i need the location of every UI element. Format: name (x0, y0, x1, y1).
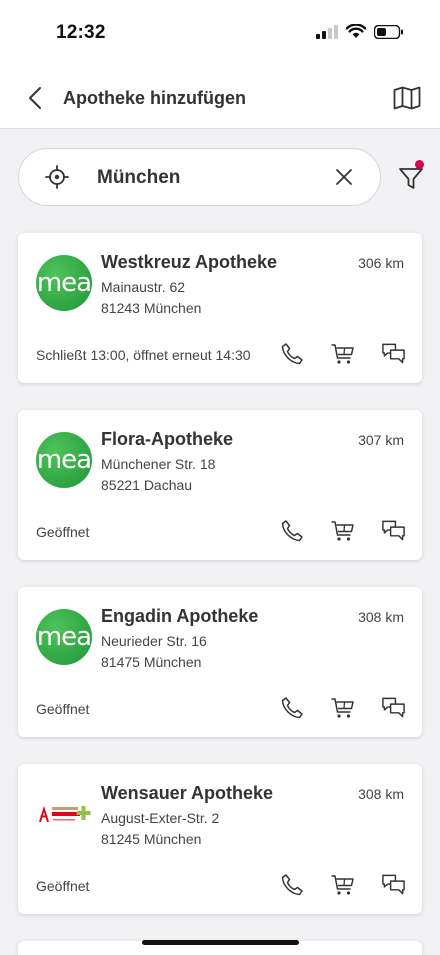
status-bar: 12:32 (0, 0, 440, 60)
call-button[interactable] (279, 341, 304, 366)
pharmacy-name: Engadin Apotheke (101, 606, 259, 626)
phone-icon (281, 342, 303, 364)
cart-icon (330, 520, 354, 541)
pharmacy-card[interactable]: Wensauer Apotheke 308 km August-Exter-St… (18, 764, 422, 914)
phone-icon (281, 873, 303, 895)
pharmacy-name: Westkreuz Apotheke (101, 252, 278, 272)
apotheke-logo (36, 786, 92, 842)
cart-icon (330, 697, 354, 718)
pharmacy-city: 85221 Dachau (101, 477, 193, 493)
location-crosshair-icon (45, 165, 69, 189)
pharmacy-name: Flora-Apotheke (101, 429, 234, 449)
apotheke-a-logo-icon (39, 806, 91, 822)
pharmacy-city: 81245 München (101, 831, 202, 847)
mea-logo: mea (36, 609, 92, 665)
pharmacy-distance: 307 km (358, 432, 404, 448)
search-field[interactable]: München (18, 148, 381, 206)
chat-icon (382, 343, 405, 363)
card-actions (279, 518, 406, 543)
chat-button[interactable] (381, 341, 406, 366)
opening-status: Geöffnet (36, 878, 90, 894)
status-time: 12:32 (56, 22, 106, 43)
card-actions (279, 872, 406, 897)
opening-status: Schließt 13:00, öffnet erneut 14:30 (36, 347, 251, 363)
back-button[interactable] (22, 84, 48, 112)
pharmacy-street: August-Exter-Str. 2 (101, 810, 220, 826)
pharmacy-street: Münchener Str. 18 (101, 456, 216, 472)
call-button[interactable] (279, 872, 304, 897)
cart-icon (330, 874, 354, 895)
wifi-icon (346, 24, 366, 38)
pharmacy-card[interactable]: mea Westkreuz Apotheke 306 km Mainaustr.… (18, 233, 422, 383)
status-icons (316, 24, 404, 39)
pharmacy-distance: 306 km (358, 255, 404, 271)
page-title: Apotheke hinzufügen (63, 88, 246, 108)
chat-button[interactable] (381, 518, 406, 543)
home-indicator (142, 940, 299, 945)
pharmacy-city: 81475 München (101, 654, 202, 670)
opening-status: Geöffnet (36, 701, 90, 717)
pharmacy-card[interactable]: mea Flora-Apotheke 307 km Münchener Str.… (18, 410, 422, 560)
card-actions (279, 341, 406, 366)
header: Apotheke hinzufügen (0, 72, 440, 124)
chat-button[interactable] (381, 695, 406, 720)
call-button[interactable] (279, 695, 304, 720)
chat-icon (382, 697, 405, 717)
signal-icon (316, 24, 338, 39)
mea-logo: mea (36, 432, 92, 488)
chat-icon (382, 874, 405, 894)
filter-button[interactable] (397, 160, 429, 192)
mea-logo: mea (36, 255, 92, 311)
opening-status: Geöffnet (36, 524, 90, 540)
pharmacy-distance: 308 km (358, 786, 404, 802)
close-icon[interactable] (334, 167, 354, 187)
pharmacy-name: Wensauer Apotheke (101, 783, 274, 803)
search-input[interactable]: München (97, 167, 180, 189)
pharmacy-card[interactable]: mea Engadin Apotheke 308 km Neurieder St… (18, 587, 422, 737)
top-bar: 12:32 Apotheke hinzufügen (0, 0, 440, 129)
card-actions (279, 695, 406, 720)
chevron-left-icon (29, 87, 41, 109)
cart-button[interactable] (330, 341, 355, 366)
cart-button[interactable] (330, 695, 355, 720)
chat-icon (382, 520, 405, 540)
battery-icon (374, 24, 403, 39)
cart-button[interactable] (330, 518, 355, 543)
pharmacy-street: Neurieder Str. 16 (101, 633, 207, 649)
filter-active-dot (415, 160, 424, 169)
map-button[interactable] (392, 84, 422, 112)
pharmacy-street: Mainaustr. 62 (101, 279, 186, 295)
map-icon (393, 86, 421, 110)
pharmacy-distance: 308 km (358, 609, 404, 625)
call-button[interactable] (279, 518, 304, 543)
phone-icon (281, 696, 303, 718)
chat-button[interactable] (381, 872, 406, 897)
cart-icon (330, 343, 354, 364)
phone-icon (281, 519, 303, 541)
cart-button[interactable] (330, 872, 355, 897)
pharmacy-city: 81243 München (101, 300, 202, 316)
